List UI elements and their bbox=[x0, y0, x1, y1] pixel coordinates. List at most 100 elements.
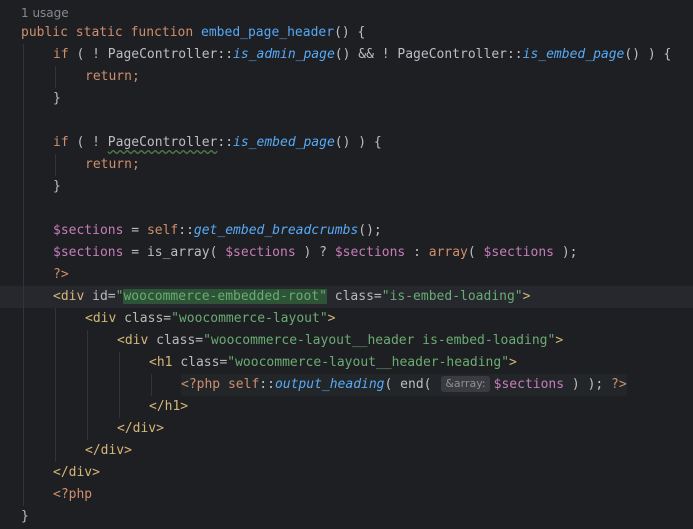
html-tag: > bbox=[522, 289, 531, 304]
indent-guide bbox=[55, 352, 56, 374]
code-editor[interactable]: 1 usage public static function embed_pag… bbox=[0, 0, 693, 529]
code-text: = bbox=[123, 245, 147, 260]
html-tag: </div> bbox=[85, 443, 132, 458]
variable: $sections bbox=[225, 245, 296, 260]
code-text: ( bbox=[384, 377, 401, 392]
indent-guide bbox=[23, 418, 24, 440]
html-tag: </div> bbox=[53, 465, 100, 480]
indent-guide bbox=[23, 88, 24, 110]
code-line-2[interactable]: if ( ! PageController::is_admin_page() &… bbox=[0, 44, 693, 66]
static-call: get_embed_breadcrumbs bbox=[193, 223, 359, 238]
indent-guide bbox=[55, 440, 56, 462]
code-line-18[interactable]: </div> bbox=[0, 440, 693, 462]
indent-guide bbox=[55, 396, 56, 418]
function-call: is_array bbox=[146, 245, 210, 260]
code-line-11-current[interactable]: <div id="woocommerce-embedded-root" clas… bbox=[0, 286, 693, 308]
code-text: :: bbox=[178, 223, 194, 238]
code-line-19[interactable]: </div> bbox=[0, 462, 693, 484]
code-text: (); bbox=[358, 223, 382, 238]
code-text: ); bbox=[554, 245, 578, 260]
code-line-1[interactable]: public static function embed_page_header… bbox=[0, 22, 693, 44]
code-text: () { bbox=[334, 25, 366, 40]
code-text: :: bbox=[217, 135, 234, 150]
code-line-12[interactable]: <div class="woocommerce-layout"> bbox=[0, 308, 693, 330]
code-line-blank[interactable] bbox=[0, 110, 693, 132]
indent-guide bbox=[55, 308, 56, 330]
indent-guide bbox=[23, 330, 24, 352]
indent-guide bbox=[23, 242, 24, 264]
keyword: self bbox=[227, 377, 260, 392]
html-tag: <div bbox=[85, 311, 125, 326]
variable: $sections bbox=[483, 245, 554, 260]
html-tag: > bbox=[555, 333, 564, 348]
indent-guide bbox=[55, 418, 56, 440]
indent-guide bbox=[23, 440, 24, 462]
string-value: "woocommerce-layout" bbox=[171, 311, 328, 326]
function-name: embed_page_header bbox=[201, 25, 335, 40]
indent-guide bbox=[23, 198, 24, 220]
code-line-10[interactable]: ?> bbox=[0, 264, 693, 286]
string-value: "woocommerce-layout__header-heading" bbox=[227, 355, 510, 370]
indent-guide bbox=[55, 374, 56, 396]
html-attribute: id= bbox=[92, 289, 116, 304]
code-line-13[interactable]: <div class="woocommerce-layout__header i… bbox=[0, 330, 693, 352]
code-line-9[interactable]: $sections = is_array( $sections ) ? $sec… bbox=[0, 242, 693, 264]
indent-guide bbox=[23, 352, 24, 374]
indent-guide bbox=[119, 352, 120, 374]
keyword: self bbox=[146, 223, 179, 238]
variable: $sections bbox=[53, 245, 124, 260]
indent-guide bbox=[87, 330, 88, 352]
parameter-hint: &array: bbox=[441, 376, 490, 392]
code-text: ( bbox=[209, 245, 226, 260]
html-attribute: class= bbox=[124, 311, 172, 326]
html-tag: > bbox=[327, 311, 336, 326]
code-line-20[interactable]: <?php bbox=[0, 484, 693, 506]
indent-guide bbox=[23, 462, 24, 484]
code-line-4[interactable]: } bbox=[0, 88, 693, 110]
code-line-15[interactable]: <?php self::output_heading( end( &array:… bbox=[0, 374, 693, 396]
code-line-21[interactable]: } bbox=[0, 506, 693, 528]
code-text: } bbox=[53, 91, 61, 106]
variable: $sections bbox=[53, 223, 124, 238]
indent-guide bbox=[23, 176, 24, 198]
html-attribute: class= bbox=[156, 333, 204, 348]
variable: $sections bbox=[334, 245, 406, 260]
html-attribute: class= bbox=[334, 289, 382, 304]
keyword: return bbox=[85, 157, 132, 172]
php-open-tag: <?php bbox=[53, 487, 93, 502]
code-text: ( ! PageController:: bbox=[68, 47, 234, 62]
keyword: if bbox=[53, 47, 69, 62]
indent-guide bbox=[23, 286, 24, 308]
highlighted-string: woocommerce-embedded-root bbox=[123, 289, 320, 304]
code-line-8[interactable]: $sections = self::get_embed_breadcrumbs(… bbox=[0, 220, 693, 242]
html-tag: <div bbox=[117, 333, 157, 348]
indent-guide bbox=[119, 396, 120, 418]
code-line-17[interactable]: </div> bbox=[0, 418, 693, 440]
variable: $sections bbox=[493, 377, 565, 392]
class-name-typo: PageController bbox=[107, 135, 218, 150]
code-line-5[interactable]: if ( ! PageController::is_embed_page() )… bbox=[0, 132, 693, 154]
keyword: if bbox=[53, 135, 69, 150]
code-line-14[interactable]: <h1 class="woocommerce-layout__header-he… bbox=[0, 352, 693, 374]
function-call: end bbox=[400, 377, 424, 392]
php-open-tag: <?php bbox=[181, 377, 228, 392]
html-attribute: class= bbox=[180, 355, 228, 370]
code-text: ) ? bbox=[295, 245, 335, 260]
indent-guide bbox=[23, 264, 24, 286]
html-tag: <div bbox=[53, 289, 93, 304]
indent-guide bbox=[87, 418, 88, 440]
string-value: "woocommerce-layout__header is-embed-loa… bbox=[203, 333, 556, 348]
code-line-6[interactable]: return; bbox=[0, 154, 693, 176]
static-call: output_heading bbox=[274, 377, 385, 392]
code-line-blank[interactable] bbox=[0, 198, 693, 220]
html-tag: </div> bbox=[117, 421, 164, 436]
code-line-16[interactable]: </h1> bbox=[0, 396, 693, 418]
code-line-7[interactable]: } bbox=[0, 176, 693, 198]
usage-inlay-hint[interactable]: 1 usage bbox=[21, 4, 69, 22]
static-call: is_embed_page bbox=[522, 47, 625, 62]
indent-guide bbox=[55, 154, 56, 176]
code-text: ( bbox=[423, 377, 440, 392]
code-line-3[interactable]: return; bbox=[0, 66, 693, 88]
php-close-tag: ?> bbox=[53, 267, 69, 282]
html-tag: > bbox=[509, 355, 517, 370]
